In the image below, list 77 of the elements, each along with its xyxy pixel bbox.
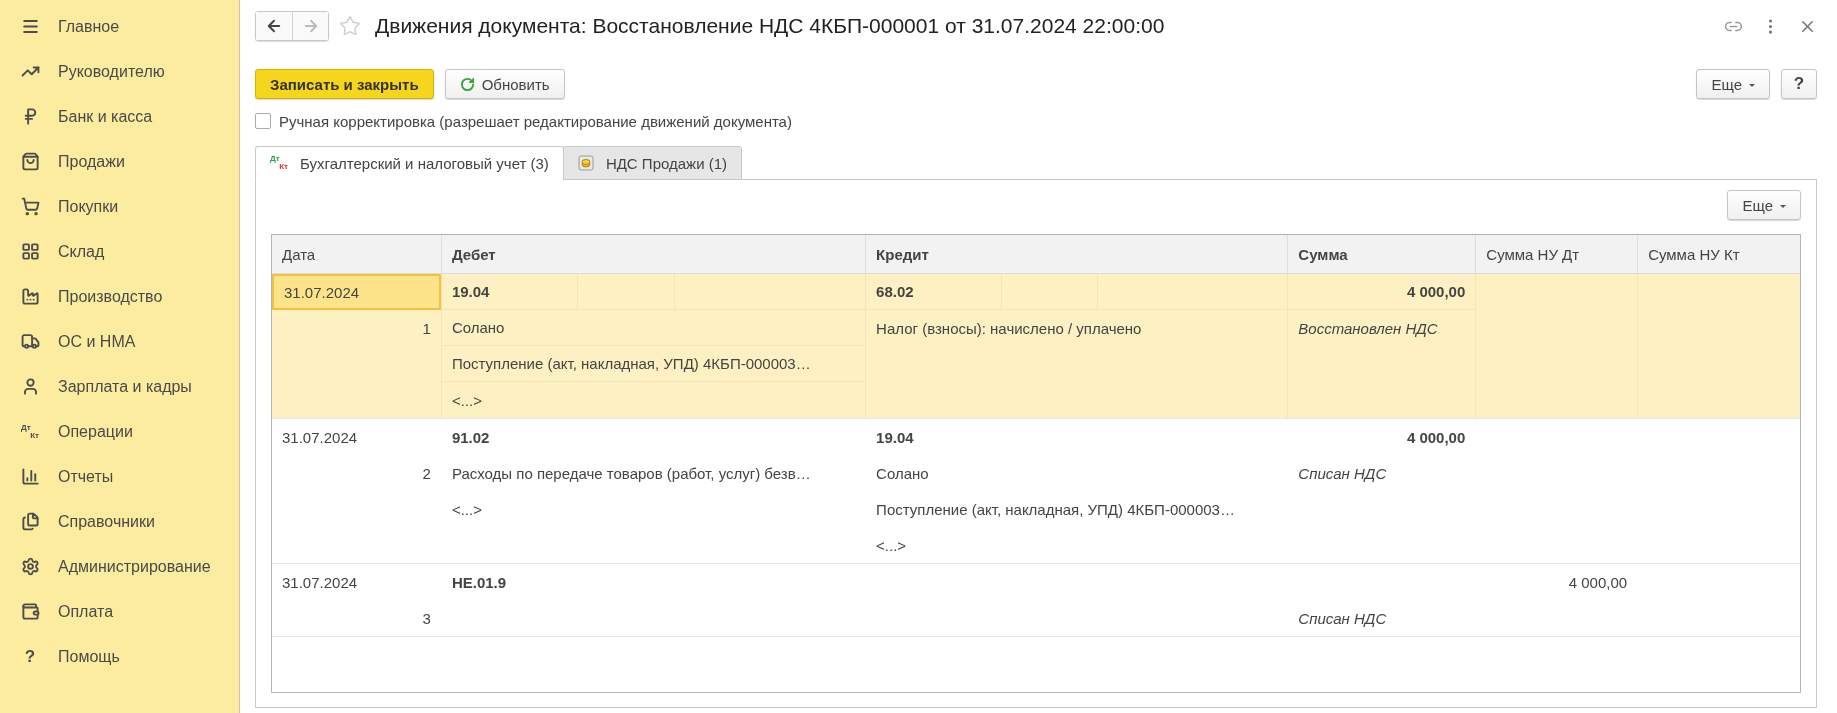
cart-icon	[20, 197, 40, 216]
table-cell-text: <...>	[450, 390, 483, 411]
debit-credit-icon: Дт Кт	[270, 155, 288, 171]
row-number: 3	[421, 608, 432, 629]
sidebar-item[interactable]: Помощь	[58, 647, 120, 666]
table-cell-text: Поступление (акт, накладная, УПД) 4КБП-000003…	[875, 499, 1236, 520]
column-header[interactable]: Сумма НУ Дт	[1475, 235, 1638, 273]
debit-credit-icon: Дт Кт	[21, 423, 39, 440]
more-button[interactable]: Еще	[1696, 69, 1770, 99]
amount-cell-text: 4 000,00	[1567, 572, 1629, 593]
account-code: НЕ.01.9	[450, 572, 508, 593]
coins-icon	[577, 155, 594, 171]
content-cell-text: Восстановлен НДС	[1297, 318, 1439, 339]
date-cell: 31.07.2024	[272, 274, 441, 310]
table-row[interactable]: 31.07.2024 1 19.04 Солано Поступление (акт, накладная, УПД) 4КБП-000003… <...> 68.02 Налог (взносы): начислено / уплачено 4 000,00 Восстановлен НДС	[272, 274, 1800, 419]
sidebar-item[interactable]: Банк и касса	[58, 107, 153, 126]
refresh-icon	[459, 76, 475, 92]
sidebar-item[interactable]: Зарплата и кадры	[58, 377, 192, 396]
table-cell: Солано	[441, 310, 866, 346]
sidebar-item[interactable]: Покупки	[58, 197, 119, 216]
star-icon[interactable]	[339, 15, 361, 37]
bag-icon	[20, 152, 40, 171]
sidebar-item[interactable]: Оплата	[58, 602, 114, 621]
back-button[interactable]	[256, 12, 292, 40]
account-code: 91.02	[450, 427, 491, 448]
sidebar-item[interactable]: Администрирование	[58, 557, 211, 576]
account-code: 19.04	[875, 427, 915, 448]
tab[interactable]: НДС Продажи (1)	[562, 146, 742, 180]
column-header[interactable]: Сумма НУ Кт	[1637, 235, 1800, 273]
sidebar-item[interactable]: Справочники	[58, 512, 155, 531]
checkbox-label: Ручная корректировка (разрешает редактирование движений документа)	[279, 112, 792, 130]
row-number: 1	[421, 318, 432, 339]
content-cell-text: Списан НДС	[1297, 608, 1388, 629]
table-cell-text: Солано	[875, 463, 930, 484]
table-cell-text: Расходы по передаче товаров (работ, услуг) безв…	[450, 463, 812, 484]
column-header[interactable]: Кредит	[865, 235, 1288, 273]
column-header[interactable]: Дата	[272, 235, 441, 273]
table-cell: Поступление (акт, накладная, УПД) 4КБП-000003…	[441, 346, 866, 382]
tab[interactable]: Дт Кт Бухгалтерский и налоговый учет (3)	[255, 146, 564, 180]
date-cell-text: 31.07.2024	[281, 427, 359, 448]
caret-icon	[1780, 204, 1786, 208]
save-close-button[interactable]: Записать и закрыть	[255, 69, 434, 99]
truck-icon	[20, 332, 40, 351]
menu-icon	[20, 17, 40, 36]
sidebar-item[interactable]: Продажи	[58, 152, 125, 171]
table-cell-text: <...>	[875, 535, 908, 556]
sidebar-item[interactable]: Производство	[58, 287, 163, 306]
grid-icon	[20, 242, 40, 261]
checkbox[interactable]	[255, 113, 271, 129]
caret-icon	[1749, 83, 1755, 87]
sidebar-item[interactable]: Руководителю	[58, 62, 165, 81]
account-code: 19.04	[441, 274, 866, 310]
help-button[interactable]: ?	[1781, 69, 1817, 99]
amount-cell: 4 000,00	[1288, 274, 1476, 310]
bar-chart-icon	[20, 467, 40, 486]
factory-icon	[20, 287, 40, 306]
column-header[interactable]: Дебет	[440, 235, 866, 273]
column-header[interactable]: Сумма	[1287, 235, 1476, 273]
sidebar-item[interactable]: Отчеты	[58, 467, 114, 486]
row-number: 2	[421, 463, 432, 484]
sidebar-item[interactable]: Склад	[58, 242, 105, 261]
content-cell-text: Списан НДС	[1297, 463, 1388, 484]
wallet-icon	[20, 602, 40, 621]
sidebar-item[interactable]: ОС и НМА	[58, 332, 136, 351]
sidebar-item[interactable]: Главное	[58, 17, 120, 36]
help-icon: ?	[24, 646, 36, 667]
sidebar-item[interactable]: Операции	[58, 422, 133, 441]
refresh-button[interactable]: Обновить	[444, 69, 565, 99]
settings-icon	[20, 557, 40, 576]
date-cell-text: 31.07.2024	[281, 572, 359, 593]
more-button[interactable]: Еще	[1727, 190, 1801, 220]
table-cell-text: <...>	[450, 499, 483, 520]
table-cell-text: Налог (взносы): начислено / уплачено	[875, 318, 1143, 339]
amount-cell-text: 4 000,00	[1405, 427, 1467, 448]
account-code: 68.02	[866, 274, 1288, 310]
documents-icon	[20, 512, 40, 531]
window-title: Движения документа: Восстановление НДС 4КБП-000001 от 31.07.2024 22:00:00	[375, 14, 1166, 38]
